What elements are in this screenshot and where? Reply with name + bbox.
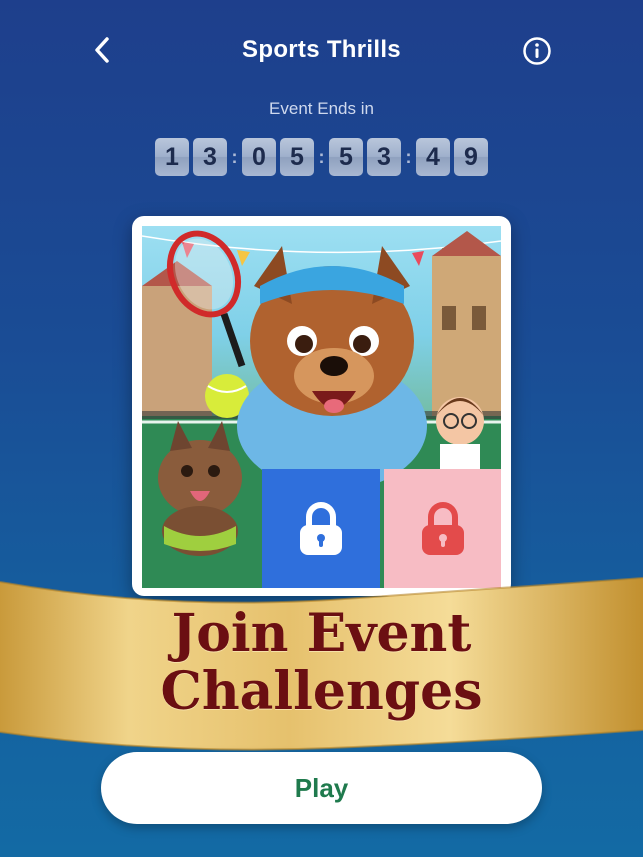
countdown-separator: : <box>318 147 325 167</box>
puzzle-card[interactable] <box>132 216 511 596</box>
countdown-separator: : <box>405 147 412 167</box>
top-bar: Sports Thrills <box>0 0 643 100</box>
countdown-digit: 4 <box>416 138 450 176</box>
countdown-digit: 0 <box>242 138 276 176</box>
countdown-separator: : <box>231 147 238 167</box>
banner-title: Join Event Challenges <box>0 605 643 721</box>
countdown-digit: 5 <box>329 138 363 176</box>
countdown-digit: 1 <box>155 138 189 176</box>
banner-title-line-1: Join Event <box>171 603 472 664</box>
event-ends-label: Event Ends in <box>269 99 374 118</box>
countdown-digit: 3 <box>367 138 401 176</box>
countdown-digit: 3 <box>193 138 227 176</box>
countdown-digit: 9 <box>454 138 488 176</box>
info-icon <box>523 37 551 65</box>
play-button[interactable]: Play <box>101 752 542 824</box>
banner-title-line-2: Challenges <box>160 661 483 722</box>
countdown-timer: 1 3 : 0 5 : 5 3 : 4 9 <box>0 138 643 176</box>
countdown-digit: 5 <box>280 138 314 176</box>
lock-icon <box>300 501 342 555</box>
info-button[interactable] <box>522 36 552 66</box>
event-artwork <box>142 226 501 588</box>
lock-icon <box>421 501 464 555</box>
